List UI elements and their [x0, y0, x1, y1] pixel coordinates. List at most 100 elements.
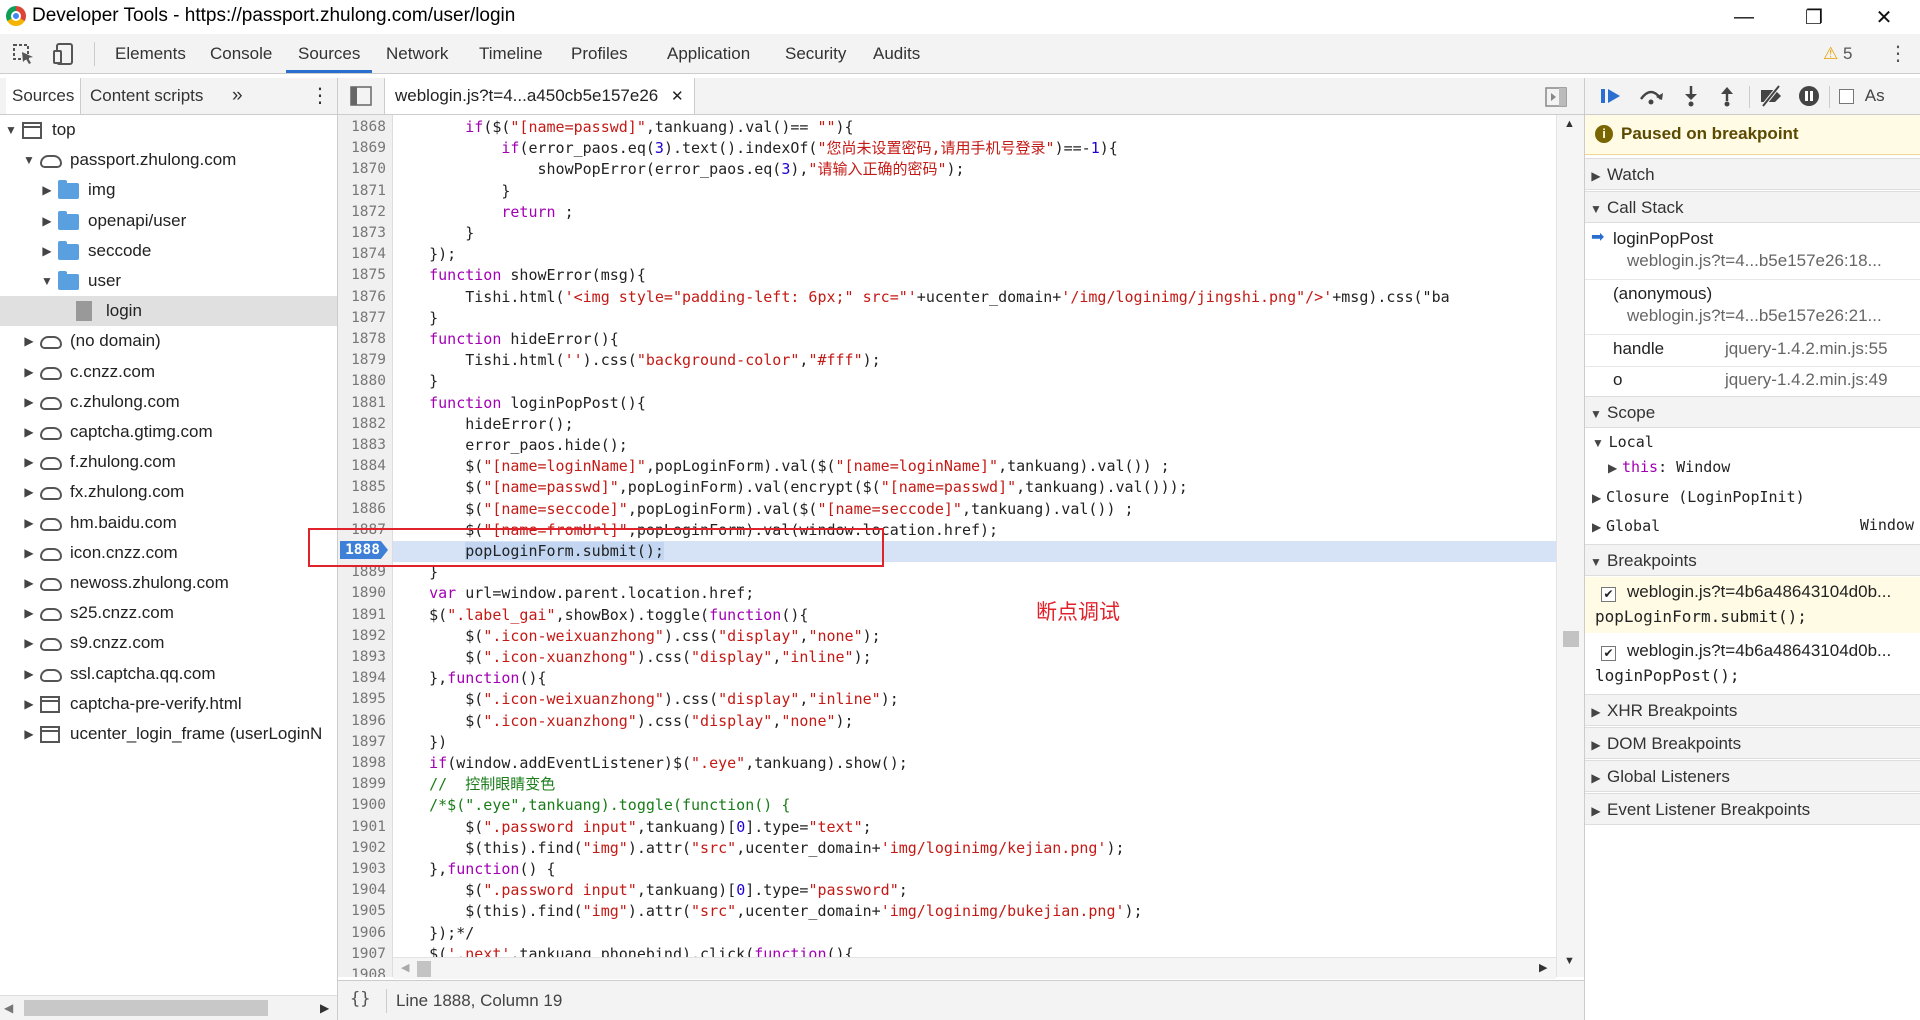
- line-number[interactable]: 1895: [351, 689, 386, 710]
- section-xhr-breakpoints[interactable]: ▶ XHR Breakpoints: [1585, 694, 1920, 726]
- code-line[interactable]: /*$(".eye",tankuang).toggle(function() {: [393, 795, 790, 816]
- scroll-thumb[interactable]: [417, 961, 431, 977]
- tree-item-no-domain[interactable]: ▶ (no domain): [0, 326, 337, 356]
- line-number[interactable]: 1891: [351, 605, 386, 626]
- scope-closure[interactable]: ▶ Closure (LoginPopInit): [1592, 487, 1805, 507]
- call-frame-location[interactable]: weblogin.js?t=4...b5e157e26:18...: [1627, 251, 1882, 271]
- scroll-left-icon[interactable]: ◀: [401, 961, 409, 974]
- line-number[interactable]: 1869: [351, 138, 386, 159]
- step-over-icon[interactable]: [1637, 85, 1665, 107]
- code-line[interactable]: var url=window.parent.location.href;: [393, 583, 754, 604]
- scope-local[interactable]: ▼ Local: [1592, 432, 1654, 452]
- tree-item-s25-cnzz-com[interactable]: ▶ s25.cnzz.com: [0, 598, 337, 628]
- line-number[interactable]: 1900: [351, 795, 386, 816]
- editor-horizontal-scrollbar[interactable]: ◀ ▶: [393, 957, 1556, 979]
- call-frame-location[interactable]: jquery-1.4.2.min.js:55: [1725, 339, 1888, 359]
- more-options-icon[interactable]: ⋮: [1888, 34, 1908, 74]
- line-number[interactable]: 1876: [351, 287, 386, 308]
- line-number[interactable]: 1890: [351, 583, 386, 604]
- line-number[interactable]: 1881: [351, 393, 386, 414]
- tree-item-hm-baidu-com[interactable]: ▶ hm.baidu.com: [0, 508, 337, 538]
- section-watch[interactable]: ▶ Watch: [1585, 158, 1920, 190]
- collapse-icon[interactable]: ▼: [22, 145, 36, 175]
- code-line[interactable]: $(".password input",tankuang)[0].type="p…: [393, 880, 908, 901]
- section-dom-breakpoints[interactable]: ▶ DOM Breakpoints: [1585, 727, 1920, 759]
- code-line[interactable]: Tishi.html('<img style="padding-left: 6p…: [393, 287, 1449, 308]
- tab-application[interactable]: Application: [655, 34, 762, 73]
- tree-item-login[interactable]: login: [0, 296, 337, 327]
- code-line[interactable]: $(this).find("img").attr("src",ucenter_d…: [393, 838, 1124, 859]
- call-frame-handle[interactable]: handle jquery-1.4.2.min.js:55: [1585, 337, 1920, 367]
- line-number[interactable]: 1872: [351, 202, 386, 223]
- expand-icon[interactable]: ▶: [22, 659, 36, 689]
- code-line[interactable]: }): [393, 732, 447, 753]
- call-frame-loginpoppost[interactable]: ➡ loginPopPost weblogin.js?t=4...b5e157e26…: [1585, 227, 1920, 280]
- tree-item-ucenter-login-frame-userloginn[interactable]: ▶ ucenter_login_frame (userLoginN: [0, 719, 337, 749]
- expand-icon[interactable]: ▶: [22, 568, 36, 598]
- pretty-print-icon[interactable]: {}: [350, 989, 370, 1009]
- code-line[interactable]: $(this).find("img").attr("src",ucenter_d…: [393, 901, 1142, 922]
- tab-weblogin-js[interactable]: weblogin.js?t=4...a450cb5e157e26 ✕: [384, 78, 695, 114]
- line-number[interactable]: 1892: [351, 626, 386, 647]
- code-line[interactable]: }: [393, 181, 510, 202]
- expand-icon[interactable]: ▶: [40, 175, 54, 205]
- line-number[interactable]: 1877: [351, 308, 386, 329]
- tree-item-newoss-zhulong-com[interactable]: ▶ newoss.zhulong.com: [0, 568, 337, 598]
- scroll-left-icon[interactable]: ◀: [4, 1001, 13, 1015]
- line-number[interactable]: 1905: [351, 901, 386, 922]
- expand-icon[interactable]: ▶: [22, 447, 36, 477]
- code-line[interactable]: if(error_paos.eq(3).text().indexOf("您尚未设…: [393, 138, 1117, 159]
- section-call-stack[interactable]: ▼ Call Stack: [1585, 191, 1920, 223]
- code-line[interactable]: function loginPopPost(){: [393, 393, 646, 414]
- async-toggle[interactable]: As: [1839, 86, 1885, 106]
- code-line[interactable]: return ;: [393, 202, 573, 223]
- restore-button[interactable]: ❐: [1780, 0, 1848, 34]
- expand-icon[interactable]: ▶: [22, 357, 36, 387]
- breakpoint-item[interactable]: ✔ weblogin.js?t=4b6a48643104d0b... popLogi…: [1585, 577, 1920, 633]
- line-number[interactable]: 1886: [351, 499, 386, 520]
- pause-on-exceptions-icon[interactable]: [1795, 85, 1823, 107]
- tree-item-c-zhulong-com[interactable]: ▶ c.zhulong.com: [0, 387, 337, 417]
- scroll-right-icon[interactable]: ▶: [1539, 961, 1547, 974]
- breakpoint-item[interactable]: ✔ weblogin.js?t=4b6a48643104d0b... loginPo…: [1585, 636, 1920, 692]
- scope-this[interactable]: ▶ this: Window: [1608, 457, 1730, 477]
- device-toolbar-icon[interactable]: [52, 42, 76, 66]
- section-breakpoints[interactable]: ▼ Breakpoints: [1585, 544, 1920, 576]
- code-line[interactable]: },function(){: [393, 668, 546, 689]
- expand-icon[interactable]: ▶: [22, 538, 36, 568]
- expand-icon[interactable]: ▶: [22, 417, 36, 447]
- tab-network[interactable]: Network: [374, 34, 460, 73]
- line-number[interactable]: 1870: [351, 159, 386, 180]
- code-line[interactable]: });*/: [393, 923, 474, 944]
- tab-security[interactable]: Security: [773, 34, 858, 73]
- expand-icon[interactable]: ▶: [40, 236, 54, 266]
- section-scope[interactable]: ▼ Scope: [1585, 396, 1920, 428]
- tree-item-f-zhulong-com[interactable]: ▶ f.zhulong.com: [0, 447, 337, 477]
- line-number[interactable]: 1906: [351, 923, 386, 944]
- line-number[interactable]: 1907: [351, 944, 386, 965]
- line-number[interactable]: 1904: [351, 880, 386, 901]
- line-number[interactable]: 1894: [351, 668, 386, 689]
- code-line[interactable]: $(".icon-weixuanzhong").css("display","n…: [393, 626, 880, 647]
- tree-item-captcha-gtimg-com[interactable]: ▶ captcha.gtimg.com: [0, 417, 337, 447]
- line-number[interactable]: 1901: [351, 817, 386, 838]
- tree-item-ssl-captcha-qq-com[interactable]: ▶ ssl.captcha.qq.com: [0, 659, 337, 689]
- tree-item-fx-zhulong-com[interactable]: ▶ fx.zhulong.com: [0, 477, 337, 507]
- tab-console[interactable]: Console: [198, 34, 284, 73]
- line-number[interactable]: 1883: [351, 435, 386, 456]
- line-number[interactable]: 1873: [351, 223, 386, 244]
- resume-icon[interactable]: [1597, 85, 1625, 107]
- line-number[interactable]: 1871: [351, 181, 386, 202]
- code-line[interactable]: });: [393, 244, 456, 265]
- tree-item-c-cnzz-com[interactable]: ▶ c.cnzz.com: [0, 357, 337, 387]
- code-line[interactable]: },function() {: [393, 859, 555, 880]
- code-line[interactable]: $("[name=seccode]",popLoginForm).val($("…: [393, 499, 1133, 520]
- warning-counter[interactable]: ⚠ 5: [1823, 34, 1852, 74]
- tree-item-user[interactable]: ▼ user: [0, 266, 337, 296]
- collapse-icon[interactable]: ▼: [40, 266, 54, 296]
- line-number[interactable]: 1908: [351, 965, 386, 977]
- scroll-up-icon[interactable]: ▲: [1564, 118, 1575, 130]
- expand-icon[interactable]: ▶: [22, 598, 36, 628]
- call-frame-location[interactable]: weblogin.js?t=4...b5e157e26:21...: [1627, 306, 1882, 326]
- line-number[interactable]: 1896: [351, 711, 386, 732]
